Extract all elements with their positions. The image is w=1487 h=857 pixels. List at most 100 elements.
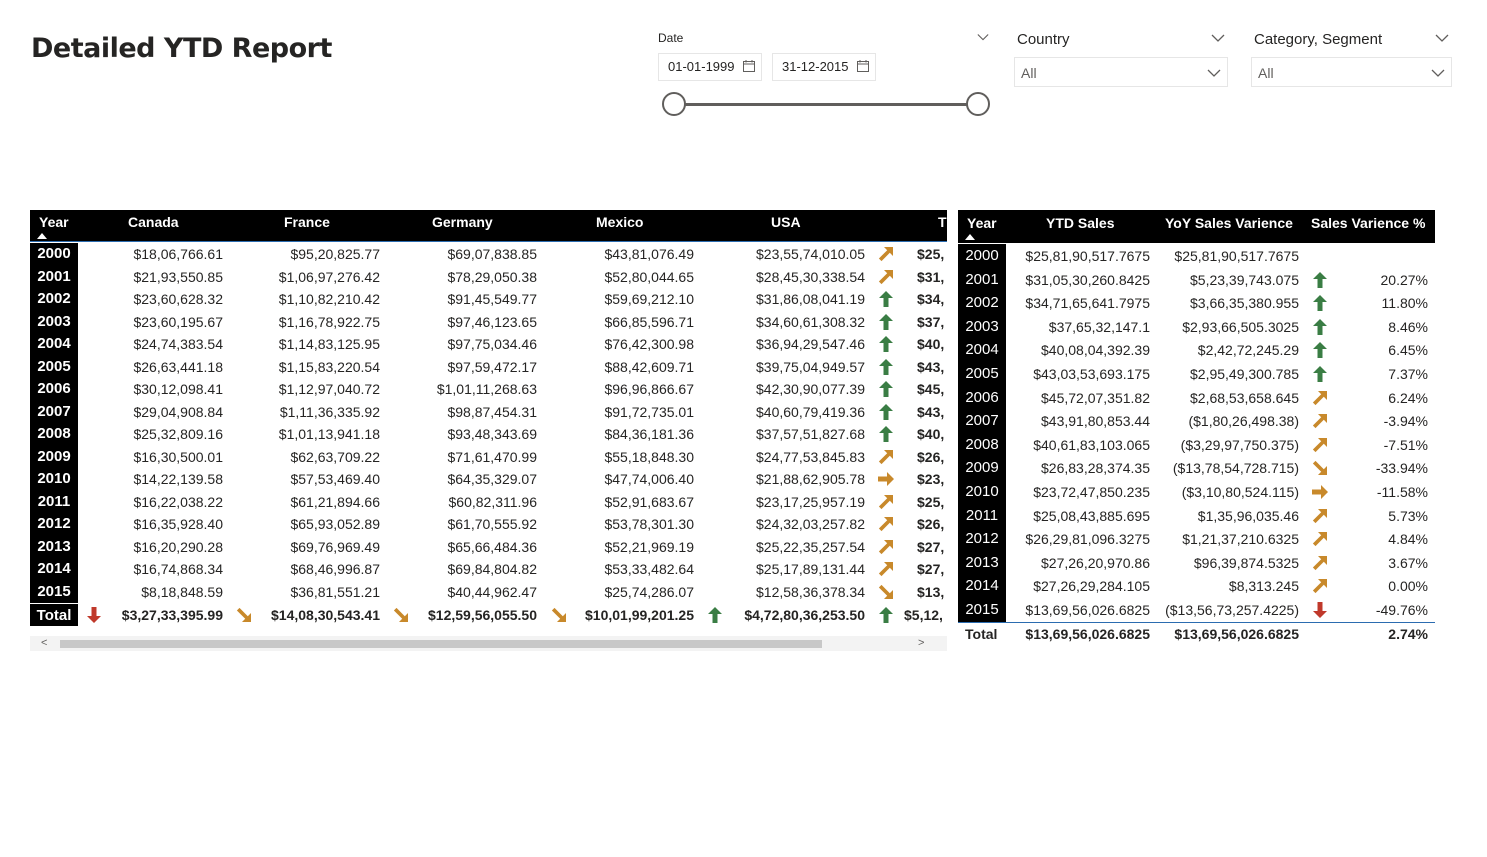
cell-germany: $97,46,123.65 [447, 313, 537, 330]
row-year: 2009 [958, 456, 1006, 480]
scroll-left-icon[interactable]: < [41, 636, 47, 651]
cell-france: $95,20,825.77 [290, 246, 380, 262]
cell-france: $62,63,709.22 [290, 448, 380, 465]
row-year: 2006 [30, 378, 78, 401]
cell-usa: $21,88,62,905.78 [756, 471, 865, 487]
cell-canada: $16,20,290.28 [133, 538, 223, 555]
cell-usa: $23,55,74,010.05 [756, 246, 865, 262]
cell-canada: $14,22,139.58 [133, 471, 223, 487]
date-range-start-handle[interactable] [662, 92, 686, 116]
scrollbar-thumb[interactable] [60, 640, 822, 648]
scroll-right-icon[interactable]: > [918, 636, 924, 651]
row-year: 2001 [958, 267, 1006, 292]
cell-canada: $21,93,550.85 [133, 268, 223, 285]
date-range-end-handle[interactable] [966, 92, 990, 116]
matrix-header-germany[interactable]: Germany [432, 214, 493, 230]
arrow-up-icon [1313, 295, 1327, 312]
cell-france: $1,10,82,210.42 [278, 291, 380, 307]
matrix-header-mexico[interactable]: Mexico [596, 214, 643, 230]
row-year: 2007 [958, 409, 1006, 433]
row-year: 2008 [958, 432, 1006, 457]
row-year: 2013 [958, 550, 1006, 575]
date-range-slider-track[interactable] [675, 103, 979, 106]
cell-germany: $69,07,838.85 [447, 246, 537, 262]
arrow-up-right-icon [878, 539, 893, 554]
calendar-icon[interactable] [743, 60, 755, 72]
arrow-up-right-icon [1312, 555, 1327, 570]
row-year: 2014 [30, 558, 78, 581]
total-france: $14,08,30,543.41 [271, 607, 380, 623]
cell-usa: $28,45,30,338.54 [756, 268, 865, 285]
cell-usa: $12,58,36,378.34 [756, 583, 865, 600]
cell-france: $65,93,052.89 [290, 516, 380, 532]
calendar-icon[interactable] [857, 60, 869, 72]
cell-mexico: $55,18,848.30 [604, 448, 694, 465]
cell-total: $27, [917, 561, 945, 577]
arrow-up-icon [879, 403, 893, 420]
ytd-header-pct[interactable]: Sales Varience % [1311, 215, 1425, 231]
date-start-input[interactable]: 01-01-1999 [658, 53, 762, 81]
ytd-header-ytd-sales[interactable]: YTD Sales [1046, 215, 1114, 231]
cell-total: $25, [917, 246, 945, 262]
arrow-up-right-icon [1312, 579, 1327, 594]
row-year: 2007 [30, 400, 78, 423]
total-ytd-sales: $13,69,56,026.6825 [1025, 625, 1150, 642]
arrow-down-right-icon [393, 607, 408, 622]
matrix-header-canada[interactable]: Canada [128, 214, 179, 230]
arrow-right-icon [1312, 485, 1328, 499]
chevron-down-icon[interactable] [1211, 34, 1225, 43]
matrix-horizontal-scrollbar[interactable]: < > [30, 636, 947, 651]
cell-ytd-sales: $43,91,80,853.44 [1041, 413, 1150, 430]
row-year: 2011 [958, 503, 1006, 528]
arrow-up-right-icon [878, 517, 893, 532]
cell-mexico: $59,69,212.10 [604, 291, 694, 307]
chevron-down-icon[interactable] [977, 33, 989, 42]
arrow-up-icon [1313, 366, 1327, 382]
date-end-input[interactable]: 31-12-2015 [772, 53, 876, 81]
matrix-header-year[interactable]: Year [39, 214, 69, 230]
ytd-header-yoy[interactable]: YoY Sales Varience [1165, 215, 1293, 231]
cell-usa: $40,60,79,419.36 [756, 403, 865, 420]
cell-france: $61,21,894.66 [290, 493, 380, 510]
ytd-header-year[interactable]: Year [967, 215, 997, 231]
chevron-down-icon [1207, 69, 1221, 77]
cell-canada: $25,32,809.16 [133, 426, 223, 442]
cell-usa: $39,75,04,949.57 [756, 358, 865, 375]
cell-ytd-sales: $43,03,53,693.175 [1033, 366, 1150, 382]
arrow-down-icon [1313, 602, 1327, 618]
cell-usa: $34,60,61,308.32 [756, 313, 865, 330]
sort-ascending-icon [37, 233, 47, 239]
total-grand: $5,12, [904, 607, 943, 623]
cell-total: $23, [917, 471, 945, 487]
cell-total: $13, [917, 583, 945, 600]
category-dropdown[interactable]: All [1251, 57, 1452, 87]
row-year: 2003 [30, 310, 78, 333]
cell-usa: $25,22,35,257.54 [756, 538, 865, 555]
arrow-up-right-icon [878, 494, 893, 509]
total-canada: $3,27,33,395.99 [121, 607, 223, 623]
cell-canada: $18,06,766.61 [133, 246, 223, 262]
cell-varience-pct: -33.94% [1375, 460, 1428, 477]
chevron-down-icon [1431, 69, 1445, 77]
cell-ytd-sales: $37,65,32,147.1 [1048, 318, 1150, 335]
row-year: 2005 [30, 355, 78, 378]
matrix-header-total[interactable]: T [938, 214, 947, 230]
arrow-down-right-icon [878, 584, 893, 599]
cell-mexico: $88,42,609.71 [604, 358, 694, 375]
matrix-header-usa[interactable]: USA [771, 214, 801, 230]
cell-canada: $16,74,868.34 [133, 561, 223, 577]
chevron-down-icon[interactable] [1435, 34, 1449, 43]
cell-mexico: $84,36,181.36 [604, 426, 694, 442]
date-slicer-label: Date [658, 31, 684, 45]
cell-france: $68,46,996.87 [290, 561, 380, 577]
category-slicer-label: Category, Segment [1254, 31, 1383, 48]
cell-yoy-varience: $1,35,96,035.46 [1197, 507, 1299, 524]
arrow-down-right-icon [551, 607, 566, 622]
cell-mexico: $43,81,076.49 [604, 246, 694, 262]
cell-varience-pct: 20.27% [1380, 271, 1428, 288]
row-year: 2003 [958, 314, 1006, 339]
cell-france: $1,12,97,040.72 [278, 381, 380, 397]
cell-canada: $16,22,038.22 [133, 493, 223, 510]
matrix-header-france[interactable]: France [284, 214, 330, 230]
country-dropdown[interactable]: All [1014, 57, 1228, 87]
